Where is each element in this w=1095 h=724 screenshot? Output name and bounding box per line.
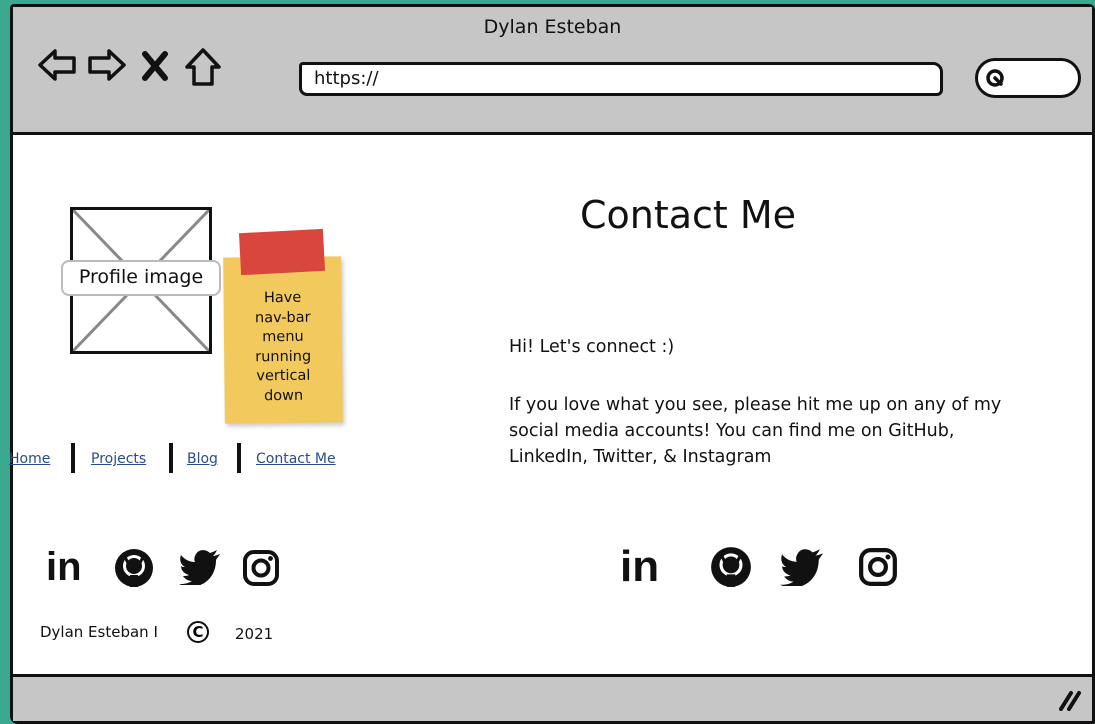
footer-name: Dylan Esteban I bbox=[40, 623, 158, 641]
twitter-icon[interactable] bbox=[179, 549, 221, 589]
forward-arrow-icon[interactable] bbox=[87, 47, 127, 87]
linkedin-icon[interactable]: in bbox=[620, 545, 659, 589]
linkedin-icon[interactable]: in bbox=[46, 547, 82, 587]
nav-link-contact[interactable]: Contact Me bbox=[256, 451, 336, 467]
browser-statusbar bbox=[13, 674, 1092, 721]
browser-chrome: Dylan Esteban https:// bbox=[13, 7, 1092, 135]
back-arrow-icon[interactable] bbox=[37, 47, 77, 87]
github-icon[interactable] bbox=[113, 547, 155, 593]
background-strip bbox=[0, 300, 10, 724]
nav-link-blog[interactable]: Blog bbox=[187, 451, 218, 467]
home-icon[interactable] bbox=[183, 47, 223, 91]
nav-divider bbox=[169, 443, 173, 473]
nav-link-home[interactable]: Home bbox=[9, 451, 50, 467]
contact-paragraph: If you love what you see, please hit me … bbox=[509, 395, 1002, 467]
github-icon[interactable] bbox=[709, 545, 753, 593]
greeting-text: Hi! Let's connect :) bbox=[509, 337, 675, 357]
instagram-icon[interactable] bbox=[242, 549, 280, 591]
sticky-note-tape bbox=[238, 228, 326, 276]
close-x-icon[interactable] bbox=[141, 51, 169, 85]
instagram-icon[interactable] bbox=[858, 547, 898, 591]
page-title: Contact Me bbox=[579, 193, 797, 237]
nav-divider bbox=[237, 443, 241, 473]
resize-handle-icon[interactable] bbox=[1058, 689, 1082, 715]
url-input[interactable]: https:// bbox=[299, 62, 943, 96]
twitter-icon[interactable] bbox=[780, 548, 824, 590]
window-title: Dylan Esteban bbox=[483, 16, 622, 38]
nav-link-projects[interactable]: Projects bbox=[91, 451, 146, 467]
sticky-note: Have nav-bar menu running vertical down bbox=[223, 256, 343, 424]
search-button[interactable] bbox=[975, 58, 1081, 98]
search-icon bbox=[984, 67, 1008, 95]
nav-divider bbox=[71, 443, 75, 473]
sticky-note-text: Have nav-bar menu running vertical down bbox=[254, 289, 312, 404]
profile-image-label: Profile image bbox=[61, 260, 221, 296]
copyright-icon: C bbox=[187, 621, 209, 643]
browser-window: Dylan Esteban https:// Profile image Hav… bbox=[9, 4, 1095, 724]
footer-year: 2021 bbox=[235, 625, 274, 643]
